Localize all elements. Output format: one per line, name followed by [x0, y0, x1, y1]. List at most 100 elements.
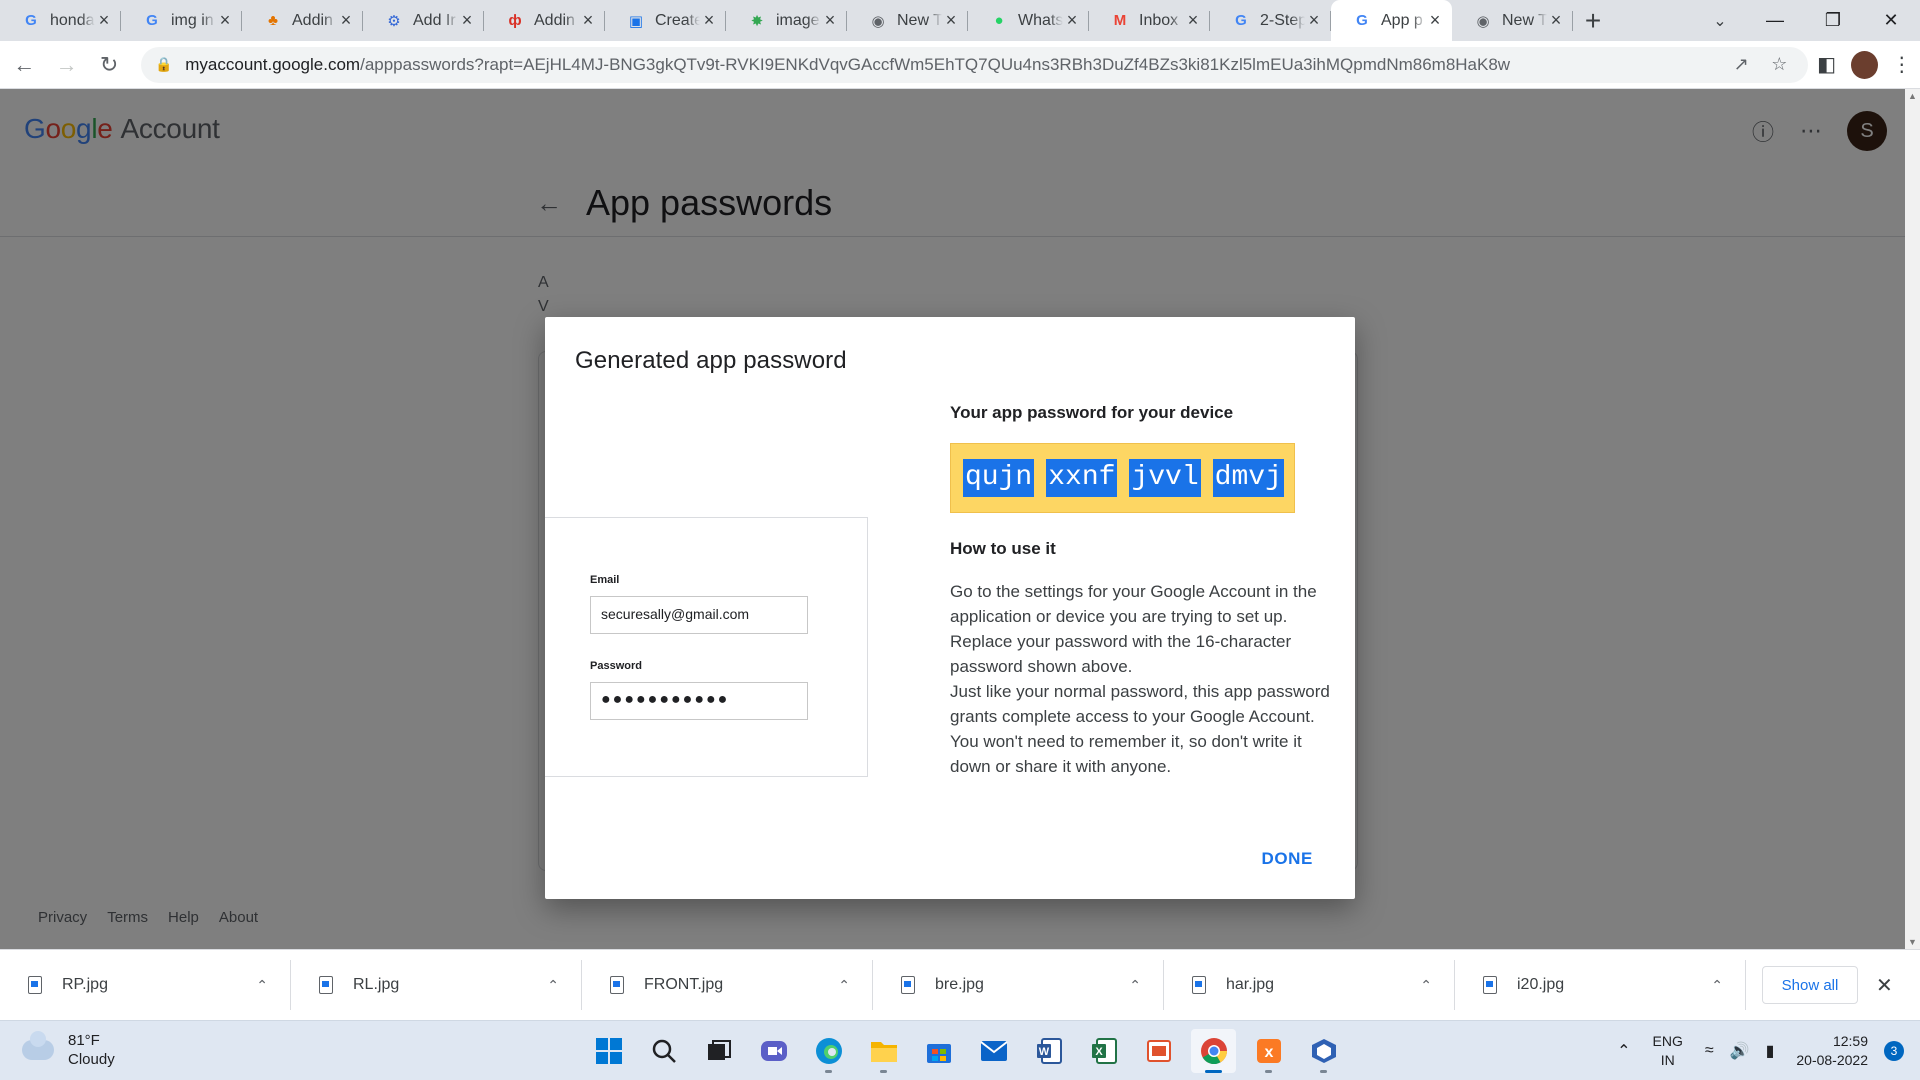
browser-tab[interactable]: ф Addin × — [484, 0, 605, 41]
menu-kebab-icon[interactable]: ⋮ — [1884, 46, 1920, 84]
clock[interactable]: 12:59 20-08-2022 — [1796, 1032, 1868, 1070]
password-group[interactable]: xxnf — [1046, 459, 1118, 497]
browser-tab[interactable]: G 2-Step × — [1210, 0, 1331, 41]
weather-condition: Cloudy — [68, 1051, 115, 1068]
bookmark-star-icon[interactable]: ☆ — [1764, 54, 1794, 75]
tab-close-icon[interactable]: × — [1063, 10, 1081, 30]
window-controls: — ❐ ✕ — [1746, 0, 1920, 41]
tab-close-icon[interactable]: × — [942, 10, 960, 30]
search-icon[interactable] — [641, 1029, 686, 1073]
virtualbox-icon[interactable] — [1301, 1029, 1346, 1073]
download-item[interactable]: i20.jpg ⌃ — [1455, 960, 1746, 1010]
show-all-button[interactable]: Show all — [1762, 966, 1858, 1004]
tab-close-icon[interactable]: × — [458, 10, 476, 30]
wifi-icon[interactable]: ≈ — [1705, 1042, 1714, 1060]
notification-badge[interactable]: 3 — [1884, 1041, 1904, 1061]
scrollbar[interactable]: ▲ ▼ — [1905, 89, 1920, 949]
url-text[interactable]: myaccount.google.com/apppasswords?rapt=A… — [185, 55, 1718, 75]
done-button[interactable]: DONE — [1261, 849, 1313, 869]
restore-button[interactable]: ❐ — [1804, 0, 1862, 41]
tab-close-icon[interactable]: × — [1305, 10, 1323, 30]
tab-favicon-icon: ♣ — [268, 12, 278, 29]
tab-close-icon[interactable]: × — [579, 10, 597, 30]
reload-button[interactable]: ↻ — [91, 46, 127, 84]
mail-icon[interactable] — [971, 1029, 1016, 1073]
password-group[interactable]: dmvj — [1212, 459, 1284, 497]
download-item[interactable]: bre.jpg ⌃ — [873, 960, 1164, 1010]
how-to-heading: How to use it — [950, 539, 1056, 558]
chevron-up-icon[interactable]: ⌃ — [1129, 977, 1141, 994]
chevron-up-icon[interactable]: ⌃ — [547, 977, 559, 994]
battery-icon[interactable]: ▮ — [1766, 1041, 1775, 1061]
profile-avatar[interactable] — [1850, 50, 1878, 79]
chevron-up-icon[interactable]: ⌃ — [1617, 1041, 1630, 1061]
back-button[interactable]: ← — [6, 46, 42, 84]
image-file-icon — [1483, 976, 1497, 994]
browser-tab[interactable]: ◉ New T × — [847, 0, 968, 41]
new-tab-button[interactable]: + — [1573, 0, 1613, 41]
tab-close-icon[interactable]: × — [1547, 10, 1565, 30]
forward-button[interactable]: → — [48, 46, 84, 84]
download-filename: bre.jpg — [935, 976, 984, 993]
browser-tab[interactable]: ▣ Create × — [605, 0, 726, 41]
email-label: Email — [590, 574, 620, 586]
browser-tab[interactable]: Gimg in × — [121, 0, 242, 41]
password-group[interactable]: qujn — [963, 459, 1035, 497]
tab-search-chevron-icon[interactable]: ⌄ — [1700, 0, 1740, 41]
download-item[interactable]: RP.jpg ⌃ — [0, 960, 291, 1010]
download-item[interactable]: FRONT.jpg ⌃ — [582, 960, 873, 1010]
chevron-up-icon[interactable]: ⌃ — [1420, 977, 1432, 994]
address-bar[interactable]: 🔒 myaccount.google.com/apppasswords?rapt… — [141, 46, 1809, 83]
language-indicator[interactable]: ENG IN — [1653, 1032, 1683, 1070]
browser-tab[interactable]: ✸ image × — [726, 0, 847, 41]
browser-tab[interactable]: ⚙ Add Ir × — [363, 0, 484, 41]
side-panel-icon[interactable]: ◧ — [1808, 46, 1844, 84]
lock-icon[interactable]: 🔒 — [155, 56, 173, 73]
email-field: securesally@gmail.com — [590, 596, 808, 634]
task-view-icon[interactable] — [696, 1029, 741, 1073]
excel-icon[interactable]: X — [1081, 1029, 1126, 1073]
browser-tab[interactable]: ● Whats × — [968, 0, 1089, 41]
password-group[interactable]: jvvl — [1129, 459, 1201, 497]
volume-icon[interactable]: 🔊 — [1730, 1041, 1750, 1061]
close-window-button[interactable]: ✕ — [1862, 0, 1920, 41]
chevron-up-icon[interactable]: ⌃ — [256, 977, 268, 994]
word-icon[interactable]: W — [1026, 1029, 1071, 1073]
browser-tab[interactable]: M Inbox × — [1089, 0, 1210, 41]
download-item[interactable]: RL.jpg ⌃ — [291, 960, 582, 1010]
tab-close-icon[interactable]: × — [1184, 10, 1202, 30]
page-content: GoogleAccount ⓘ ⋯ S ← App passwords AV P… — [0, 89, 1905, 949]
tab-close-icon[interactable]: × — [1426, 10, 1444, 30]
start-icon[interactable] — [586, 1029, 631, 1073]
tab-close-icon[interactable]: × — [216, 10, 234, 30]
share-icon[interactable]: ↗ — [1726, 54, 1756, 75]
edge-icon[interactable] — [806, 1029, 851, 1073]
password-subtitle: Your app password for your device — [950, 403, 1234, 422]
chrome-icon[interactable] — [1191, 1029, 1236, 1073]
chevron-up-icon[interactable]: ⌃ — [838, 977, 850, 994]
browser-tab[interactable]: ♣ Addin × — [242, 0, 363, 41]
tab-favicon-icon: G — [1356, 12, 1368, 29]
tab-close-icon[interactable]: × — [700, 10, 718, 30]
close-shelf-icon[interactable]: ✕ — [1876, 973, 1893, 998]
teams-chat-icon[interactable] — [751, 1029, 796, 1073]
browser-tab[interactable]: ◉ New T × — [1452, 0, 1573, 41]
xampp-icon[interactable]: x — [1246, 1029, 1291, 1073]
minimize-button[interactable]: — — [1746, 0, 1804, 41]
tab-strip: Ghonda × Gimg in × ♣ Addin × ⚙ Add Ir × ф Addin × ▣ Cr… — [0, 0, 1920, 41]
app-password-box[interactable]: qujn xxnf jvvl dmvj — [950, 443, 1295, 513]
tab-close-icon[interactable]: × — [821, 10, 839, 30]
tab-title: img in — [171, 11, 214, 29]
pdf-reader-icon[interactable] — [1136, 1029, 1181, 1073]
tab-close-icon[interactable]: × — [337, 10, 355, 30]
system-tray: ⌃ ENG IN ≈ 🔊 ▮ 12:59 20-08-2022 3 — [1609, 1021, 1920, 1080]
browser-tab[interactable]: Ghonda × — [0, 0, 121, 41]
browser-tab[interactable]: G App p × — [1331, 0, 1452, 41]
file-explorer-icon[interactable] — [861, 1029, 906, 1073]
weather-widget[interactable]: 81°F Cloudy — [22, 1031, 115, 1069]
chevron-up-icon[interactable]: ⌃ — [1711, 977, 1723, 994]
tab-title: New T — [1502, 11, 1547, 29]
microsoft-store-icon[interactable] — [916, 1029, 961, 1073]
download-item[interactable]: har.jpg ⌃ — [1164, 960, 1455, 1010]
tab-close-icon[interactable]: × — [95, 10, 113, 30]
